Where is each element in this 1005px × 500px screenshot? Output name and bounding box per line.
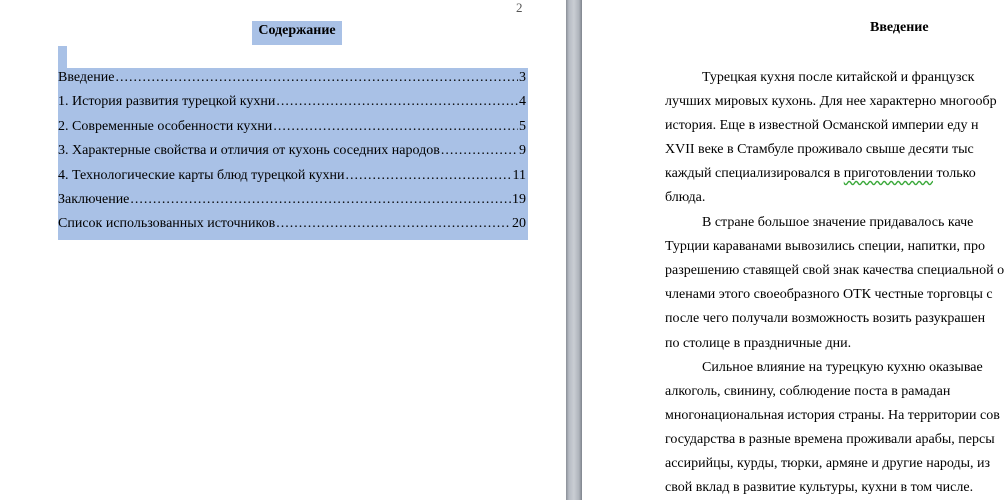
text-fragment: каждый специализировался в bbox=[665, 166, 844, 181]
text-line: свой вклад в развитие культуры, кухни в … bbox=[665, 480, 974, 495]
text-line: по столице в праздничные дни. bbox=[665, 336, 852, 351]
document-page-right: Введение Турецкая кухня после китайской … bbox=[582, 0, 1005, 500]
toc-leader-dots bbox=[115, 68, 518, 88]
toc-entry-text: Введение bbox=[58, 70, 115, 85]
toc-entry-page: 20 bbox=[512, 216, 526, 231]
toc-entry-text: 4. Технологические карты блюд турецкой к… bbox=[58, 168, 345, 183]
page-number: 2 bbox=[516, 0, 523, 15]
text-line: В стране большое значение придавалось ка… bbox=[702, 215, 974, 230]
section-title: Введение bbox=[870, 20, 929, 35]
toc-entry-sources[interactable]: Список использованных источников 20 bbox=[58, 214, 528, 238]
toc-entry-page: 4 bbox=[519, 94, 526, 109]
toc-entry-properties[interactable]: 3. Характерные свойства и отличия от кух… bbox=[58, 141, 528, 165]
toc-entry-text: 1. История развития турецкой кухни bbox=[58, 94, 276, 109]
text-line: лучших мировых кухонь. Для нее характерн… bbox=[665, 94, 997, 109]
toc-entry-introduction[interactable]: Введение 3 bbox=[58, 68, 528, 92]
text-line: членами этого своеобразного ОТК честные … bbox=[665, 287, 993, 302]
page-separator bbox=[566, 0, 582, 500]
toc-entry-page: 11 bbox=[512, 168, 526, 183]
toc-entry-page: 5 bbox=[519, 119, 526, 134]
document-page-left: 2 Содержание Введение 3 1. История разви… bbox=[0, 0, 566, 500]
text-line: Сильное влияние на турецкую кухню оказыв… bbox=[702, 360, 983, 375]
toc-entry-page: 3 bbox=[519, 70, 526, 85]
toc-leader-dots bbox=[276, 92, 518, 112]
toc-leader-dots bbox=[130, 190, 511, 210]
toc-entry-tech-cards[interactable]: 4. Технологические карты блюд турецкой к… bbox=[58, 166, 528, 190]
toc-leader-dots bbox=[276, 214, 511, 234]
text-line: после чего получали возможность возить р… bbox=[665, 311, 986, 326]
toc-entry-history[interactable]: 1. История развития турецкой кухни 4 bbox=[58, 92, 528, 116]
toc-leader-dots bbox=[441, 141, 518, 161]
toc-title[interactable]: Содержание bbox=[252, 21, 342, 45]
toc-entry-text: Список использованных источников bbox=[58, 216, 276, 231]
text-line: история. Еще в известной Османской импер… bbox=[665, 118, 979, 133]
text-line: ассирийцы, курды, тюрки, армяне и другие… bbox=[665, 456, 991, 471]
toc-leader-dots bbox=[273, 117, 518, 137]
toc-entry-page: 19 bbox=[512, 192, 526, 207]
toc-entry-page: 9 bbox=[519, 143, 526, 158]
text-line: Турции караванами вывозились специи, нап… bbox=[665, 239, 985, 254]
toc-entry-text: Заключение bbox=[58, 192, 130, 207]
text-line: XVII веке в Стамбуле проживало свыше дес… bbox=[665, 142, 974, 157]
text-line: блюда. bbox=[665, 190, 706, 205]
selection-marker bbox=[58, 46, 67, 68]
toc-entry-text: 3. Характерные свойства и отличия от кух… bbox=[58, 143, 440, 158]
text-line: каждый специализировался в приготовлении… bbox=[665, 163, 976, 187]
toc-entry-modern-features[interactable]: 2. Современные особенности кухни 5 bbox=[58, 117, 528, 141]
toc-entry-conclusion[interactable]: Заключение 19 bbox=[58, 190, 528, 214]
text-line: алкоголь, свинину, соблюдение поста в ра… bbox=[665, 384, 951, 399]
text-line: государства в разные времена проживали а… bbox=[665, 432, 995, 447]
spelling-flagged-word[interactable]: приготовлении bbox=[844, 166, 933, 181]
toc-leader-dots bbox=[346, 166, 512, 186]
toc-entry-text: 2. Современные особенности кухни bbox=[58, 119, 273, 134]
text-line: Турецкая кухня после китайской и француз… bbox=[702, 70, 975, 85]
text-fragment: только bbox=[933, 166, 976, 181]
text-line: многонациональная история страны. На тер… bbox=[665, 408, 1000, 423]
table-of-contents[interactable]: Введение 3 1. История развития турецкой … bbox=[58, 68, 528, 240]
text-line: разрешению ставящей свой знак качества с… bbox=[665, 263, 1005, 278]
